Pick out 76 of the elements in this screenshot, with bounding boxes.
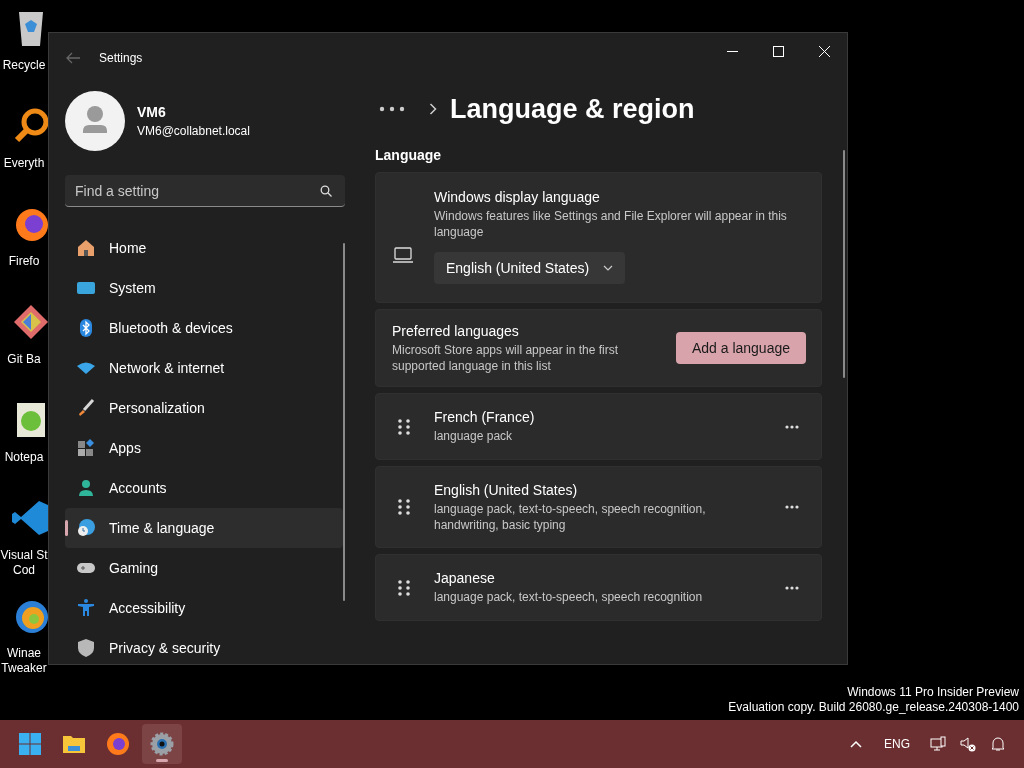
language-row[interactable]: French (France) language pack	[375, 393, 822, 460]
desktop-icon-label[interactable]: Git Ba	[7, 352, 41, 367]
accessibility-icon	[76, 598, 96, 618]
nav-item[interactable]: Gaming	[65, 548, 343, 588]
scrollbar[interactable]	[843, 150, 845, 378]
language-dropdown[interactable]: English (United States)	[434, 252, 626, 284]
more-icon[interactable]	[785, 424, 799, 429]
maximize-icon	[772, 45, 784, 57]
home-icon	[76, 238, 96, 258]
back-arrow-icon[interactable]	[65, 50, 81, 66]
laptop-icon	[392, 247, 414, 263]
muted-speaker-icon[interactable]	[960, 736, 976, 752]
user-name: VM6	[137, 104, 167, 120]
scrollbar[interactable]	[343, 243, 345, 601]
more-icon[interactable]	[785, 585, 799, 590]
drag-handle-icon[interactable]	[397, 578, 411, 597]
desktop-icon-label[interactable]: Recycle	[2, 58, 46, 73]
network-icon[interactable]	[930, 736, 946, 752]
desktop-icon-label[interactable]: Visual St	[0, 548, 48, 563]
nav-item[interactable]: Accounts	[65, 468, 343, 508]
user-email: VM6@collabnet.local	[137, 124, 250, 138]
card-title: Preferred languages	[392, 322, 520, 339]
globe-clock-icon	[76, 518, 96, 538]
gear-icon	[150, 732, 174, 756]
page-title: Language & region	[450, 93, 695, 125]
drag-handle-icon[interactable]	[397, 417, 411, 436]
desktop-icon-label[interactable]: Notepa	[4, 450, 44, 465]
language-row[interactable]: Japanese language pack, text-to-speech, speech recognition	[375, 554, 822, 621]
nav-item[interactable]: Time & language	[65, 508, 343, 548]
more-icon[interactable]	[785, 505, 799, 509]
language-features: language pack	[434, 428, 514, 444]
nav-item[interactable]: Network & internet	[65, 348, 343, 388]
nav-item[interactable]: Privacy & security	[65, 628, 343, 664]
person-icon	[76, 478, 96, 498]
desktop-icon-label[interactable]: Firefo	[8, 254, 40, 269]
search-icon	[320, 185, 332, 197]
language-name: English (United States)	[434, 481, 579, 498]
nav-item[interactable]: Bluetooth & devices	[65, 308, 343, 348]
close-icon	[818, 45, 830, 57]
apps-icon	[76, 438, 96, 458]
desktop-icon-label[interactable]: Tweaker	[1, 661, 47, 676]
card-description: Microsoft Store apps will appear in the first supported language in this list	[392, 341, 620, 374]
card-title: Windows display language	[434, 189, 601, 205]
section-heading: Language	[375, 146, 443, 165]
language-features: language pack, text-to-speech, speech recognition, handwriting, basic typing	[434, 500, 707, 533]
shield-icon	[76, 638, 96, 658]
nav-item[interactable]: Accessibility	[65, 588, 343, 628]
code-editor-icon	[11, 498, 51, 538]
desktop-icon-label[interactable]: Cod	[13, 563, 35, 578]
windows-logo-icon	[18, 732, 42, 756]
add-language-button[interactable]: Add a language	[675, 332, 806, 364]
desktop-icon-label[interactable]: Winae	[7, 646, 41, 661]
watermark-text: Evaluation copy. Build 26080.ge_release.240308-1400	[728, 700, 1019, 715]
drag-handle-icon[interactable]	[397, 498, 411, 516]
taskbar-app[interactable]	[142, 724, 182, 764]
watermark-text: Windows 11 Pro Insider Preview	[846, 685, 1019, 700]
brush-icon	[76, 398, 96, 418]
window-title: Settings	[99, 51, 143, 65]
nav-item[interactable]: Apps	[65, 428, 343, 468]
language-features: language pack, text-to-speech, speech recognition	[434, 589, 704, 605]
input-language[interactable]: ENG	[884, 737, 910, 751]
card-description: Windows features like Settings and File Explorer will appear in this language	[434, 208, 788, 240]
bell-icon[interactable]	[990, 736, 1006, 752]
avatar	[65, 91, 125, 151]
nav-item[interactable]: System	[65, 268, 343, 308]
language-name: French (France)	[434, 409, 536, 425]
search-field[interactable]: Find a setting	[65, 175, 345, 207]
chevron-icon	[429, 103, 437, 115]
language-name: Japanese	[434, 570, 496, 586]
caret-icon	[603, 265, 614, 271]
browser-icon	[106, 732, 130, 756]
more-icon[interactable]	[379, 106, 405, 112]
desktop-icon-label[interactable]: Everyth	[3, 156, 45, 171]
nav-item[interactable]: Personalization	[65, 388, 343, 428]
nav-item[interactable]: Home	[65, 228, 343, 268]
language-row[interactable]: English (United States) language pack, text-to-speech, speech recognition, handwriting, basic typing	[375, 466, 822, 548]
